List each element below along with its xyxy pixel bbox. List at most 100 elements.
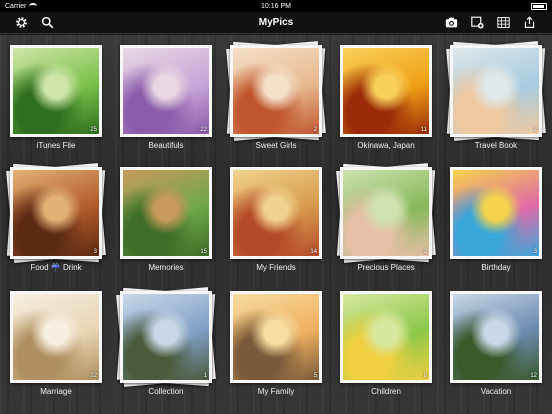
album-name: Sweet Girls	[255, 141, 297, 150]
album-name: iTunes File	[36, 141, 76, 150]
album-cover-frame: 22	[120, 45, 212, 137]
album-cover-stack: 14	[230, 167, 322, 259]
album-cover-photo: 2	[233, 48, 319, 134]
album-name: Marriage	[40, 387, 72, 396]
album-cover-stack: 25	[10, 45, 102, 137]
album-cover-photo: 22	[123, 48, 209, 134]
album-cover-frame: 14	[230, 167, 322, 259]
album-grid: 25 iTunes File 22 Beautifuls 2 Sweet Girls 11 O…	[0, 35, 552, 414]
album-photo-count: 15	[200, 249, 207, 255]
album-tile[interactable]: 3 Food ☔ Drink	[6, 163, 106, 275]
album-cover-frame: 3	[450, 167, 542, 259]
status-time: 10:16 PM	[261, 2, 291, 10]
album-cover-photo: 11	[343, 48, 429, 134]
status-bar: Carrier 10:16 PM	[0, 0, 552, 12]
album-photo-count: 1	[203, 373, 207, 379]
album-name: Food ☔ Drink	[30, 263, 82, 272]
album-name: Collection	[148, 387, 184, 396]
album-tile[interactable]: 11 Okinawa, Japan	[336, 41, 436, 153]
album-cover-frame: 2	[450, 45, 542, 137]
search-icon[interactable]	[40, 16, 54, 30]
album-cover-frame: 2	[340, 167, 432, 259]
album-tile[interactable]: 2 Precious Places	[336, 163, 436, 275]
album-name: Children	[371, 387, 401, 396]
album-cover-frame: 8	[340, 291, 432, 383]
album-cover-stack: 1	[116, 287, 216, 387]
album-cover-photo: 25	[13, 48, 99, 134]
camera-icon[interactable]	[444, 16, 458, 30]
album-name: Memories	[148, 263, 184, 272]
album-name: Beautifuls	[148, 141, 184, 150]
album-cover-photo: 2	[453, 48, 539, 134]
album-cover-stack: 2	[226, 41, 326, 141]
album-cover-frame: 1	[120, 291, 212, 383]
album-cover-photo: 22	[13, 294, 99, 380]
album-cover-stack: 11	[340, 45, 432, 137]
album-cover-photo: 3	[453, 170, 539, 256]
album-tile[interactable]: 2 Travel Book	[446, 41, 546, 153]
album-tile[interactable]: 2 Sweet Girls	[226, 41, 326, 153]
album-photo-count: 12	[530, 373, 537, 379]
album-cover-photo: 12	[453, 294, 539, 380]
album-photo-count: 14	[310, 249, 317, 255]
album-cover-stack: 2	[446, 41, 546, 141]
album-tile[interactable]: 22 Beautifuls	[116, 41, 216, 153]
album-cover-photo: 1	[123, 294, 209, 380]
album-cover-frame: 3	[10, 167, 102, 259]
album-cover-frame: 5	[230, 291, 322, 383]
album-name: Travel Book	[474, 141, 518, 150]
carrier-label: Carrier	[5, 2, 27, 10]
album-cover-stack: 12	[450, 291, 542, 383]
add-album-icon[interactable]	[470, 16, 484, 30]
share-icon[interactable]	[522, 16, 536, 30]
album-tile[interactable]: 22 Marriage	[6, 287, 106, 399]
album-photo-count: 8	[423, 373, 427, 379]
album-name: My Family	[257, 387, 295, 396]
album-cover-photo: 3	[13, 170, 99, 256]
wifi-icon	[29, 3, 38, 9]
album-cover-frame: 12	[450, 291, 542, 383]
gear-icon[interactable]	[14, 16, 28, 30]
album-tile[interactable]: 5 My Family	[226, 287, 326, 399]
battery-icon	[531, 2, 547, 10]
grid-view-icon[interactable]	[496, 16, 510, 30]
album-cover-frame: 2	[230, 45, 322, 137]
album-cover-photo: 14	[233, 170, 319, 256]
album-photo-count: 5	[313, 373, 317, 379]
album-tile[interactable]: 1 Collection	[116, 287, 216, 399]
album-cover-stack: 8	[340, 291, 432, 383]
album-cover-photo: 2	[343, 170, 429, 256]
album-name: Precious Places	[357, 263, 415, 272]
album-photo-count: 11	[420, 127, 427, 133]
album-cover-frame: 11	[340, 45, 432, 137]
album-name: Vacation	[480, 387, 512, 396]
album-cover-frame: 22	[10, 291, 102, 383]
album-photo-count: 25	[90, 127, 97, 133]
album-cover-photo: 15	[123, 170, 209, 256]
album-photo-count: 2	[313, 127, 317, 133]
nav-bar: MyPics	[0, 12, 552, 34]
album-cover-stack: 22	[10, 291, 102, 383]
album-tile[interactable]: 14 My Friends	[226, 163, 326, 275]
album-photo-count: 22	[200, 127, 207, 133]
album-cover-frame: 15	[120, 167, 212, 259]
album-name: My Friends	[256, 263, 296, 272]
album-cover-stack: 3	[6, 163, 106, 263]
album-photo-count: 2	[533, 127, 537, 133]
album-cover-stack: 22	[120, 45, 212, 137]
album-cover-frame: 25	[10, 45, 102, 137]
album-cover-photo: 5	[233, 294, 319, 380]
album-name: Okinawa, Japan	[357, 141, 415, 150]
album-tile[interactable]: 12 Vacation	[446, 287, 546, 399]
album-photo-count: 2	[423, 249, 427, 255]
album-photo-count: 22	[90, 373, 97, 379]
album-cover-stack: 15	[120, 167, 212, 259]
album-cover-stack: 3	[450, 167, 542, 259]
album-tile[interactable]: 8 Children	[336, 287, 436, 399]
album-cover-stack: 5	[230, 291, 322, 383]
album-cover-stack: 2	[336, 163, 436, 263]
album-name: Birthday	[481, 263, 511, 272]
album-tile[interactable]: 25 iTunes File	[6, 41, 106, 153]
album-tile[interactable]: 3 Birthday	[446, 163, 546, 275]
album-tile[interactable]: 15 Memories	[116, 163, 216, 275]
